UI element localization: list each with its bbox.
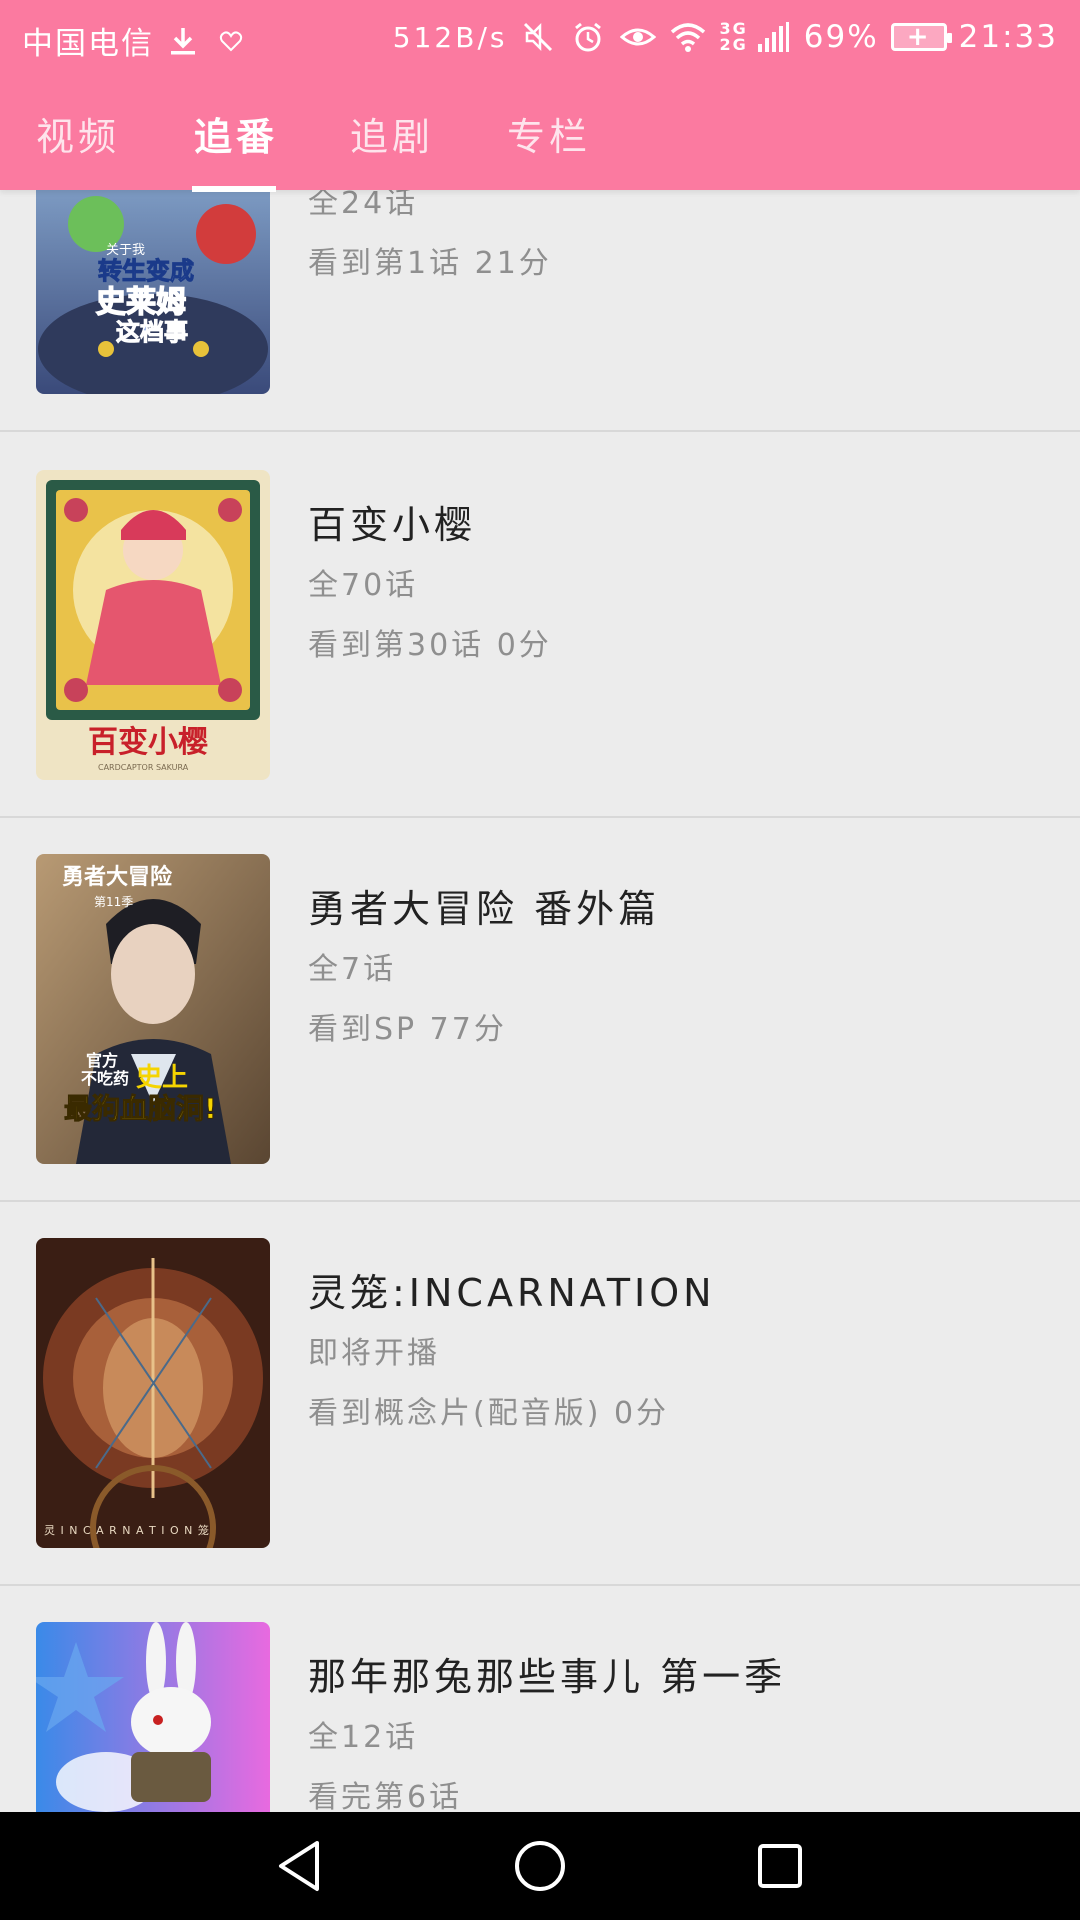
list-item[interactable]: 灵 I N C A R N A T I O N 笼 灵笼:INCARNATION… — [0, 1202, 1080, 1586]
tab-video[interactable]: 视频 — [36, 106, 120, 161]
download-icon — [164, 22, 202, 60]
svg-text:官方: 官方 — [86, 1051, 118, 1070]
clock: 21:33 — [958, 19, 1058, 55]
cover-image-linglong: 灵 I N C A R N A T I O N 笼 — [36, 1238, 270, 1548]
list-item[interactable]: 百变小樱 CARDCAPTOR SAKURA 百变小樱 全70话 看到第30话 … — [0, 434, 1080, 818]
recents-button[interactable] — [750, 1836, 810, 1896]
watch-progress: 看到SP 77分 — [308, 1012, 507, 1047]
list-item[interactable]: 勇者大冒险 第11季 官方 不吃药 史上 最狗血脑洞! 勇者大冒险 番外篇 全7… — [0, 818, 1080, 1202]
system-nav-bar — [0, 1812, 1080, 1920]
svg-text:史莱姆: 史莱姆 — [96, 285, 186, 320]
svg-text:不吃药: 不吃药 — [81, 1069, 129, 1088]
episode-total: 全12话 — [308, 1720, 419, 1755]
carrier-label: 中国电信 — [22, 26, 154, 62]
tab-indicator — [192, 186, 276, 192]
svg-text:这档事: 这档事 — [116, 318, 188, 346]
svg-text:最狗血脑洞!: 最狗血脑洞! — [64, 1092, 217, 1125]
tab-column[interactable]: 专栏 — [507, 106, 591, 161]
tab-bar: 视频 追番 追剧 专栏 — [0, 96, 1080, 192]
cover-text: 百变小樱 — [88, 725, 208, 760]
bangumi-list[interactable]: 关于我 转生变成 史莱姆 这档事 全24话 看到第1话 21分 百变小樱 CAR… — [0, 0, 1080, 1812]
watch-progress: 看到概念片(配音版) 0分 — [308, 1396, 670, 1431]
bangumi-title: 灵笼:INCARNATION — [308, 1271, 716, 1315]
cover-image-yongzhe: 勇者大冒险 第11季 官方 不吃药 史上 最狗血脑洞! — [36, 854, 270, 1164]
watch-progress: 看到第30话 0分 — [308, 628, 552, 663]
net-speed: 512B/s — [392, 20, 508, 54]
eye-icon — [619, 18, 657, 56]
watch-progress: 看完第6话 — [308, 1780, 463, 1812]
bangumi-title: 那年那兔那些事儿 第一季 — [308, 1655, 787, 1699]
home-button[interactable] — [510, 1836, 570, 1896]
episode-total: 全70话 — [308, 568, 419, 603]
list-item[interactable]: 那年那兔那些事儿 第一季 全12话 看完第6话 — [0, 1586, 1080, 1812]
cover-text: 灵 I N C A R N A T I O N 笼 — [44, 1523, 210, 1537]
battery-percent: 69% — [803, 19, 879, 55]
home-icon — [515, 1841, 565, 1891]
heart-icon — [212, 22, 250, 60]
episode-total: 即将开播 — [308, 1336, 440, 1371]
wifi-icon — [669, 18, 707, 56]
tab-bangumi[interactable]: 追番 — [194, 106, 278, 161]
watch-progress: 看到第1话 21分 — [308, 246, 552, 281]
network-type: 3G 2G — [719, 19, 748, 54]
bangumi-title: 百变小樱 — [308, 503, 477, 547]
cover-image-sakura: 百变小樱 CARDCAPTOR SAKURA — [36, 470, 270, 780]
back-icon — [279, 1841, 319, 1891]
cover-text: 勇者大冒险 — [62, 864, 173, 890]
status-bar: 中国电信 512B/s 3G 2G 69% + 21:33 — [0, 0, 1080, 76]
bangumi-title: 勇者大冒险 番外篇 — [308, 887, 661, 931]
mute-icon — [519, 18, 557, 56]
svg-text:转生变成: 转生变成 — [98, 257, 194, 285]
cover-subtext: CARDCAPTOR SAKURA — [98, 763, 189, 772]
back-button[interactable] — [270, 1836, 330, 1896]
svg-text:史上: 史上 — [136, 1063, 188, 1093]
top-header: 中国电信 512B/s 3G 2G 69% + 21:33 视频 追番 追剧 专… — [0, 0, 1080, 192]
cover-text: 关于我 — [106, 243, 145, 258]
battery-icon: + — [890, 23, 952, 51]
recents-icon — [758, 1844, 802, 1888]
alarm-icon — [569, 18, 607, 56]
signal-icon — [754, 18, 792, 56]
tab-drama[interactable]: 追剧 — [350, 106, 434, 161]
episode-total: 全7话 — [308, 952, 397, 987]
cover-image-rabbit — [36, 1622, 270, 1812]
svg-text:第11季: 第11季 — [94, 895, 133, 909]
